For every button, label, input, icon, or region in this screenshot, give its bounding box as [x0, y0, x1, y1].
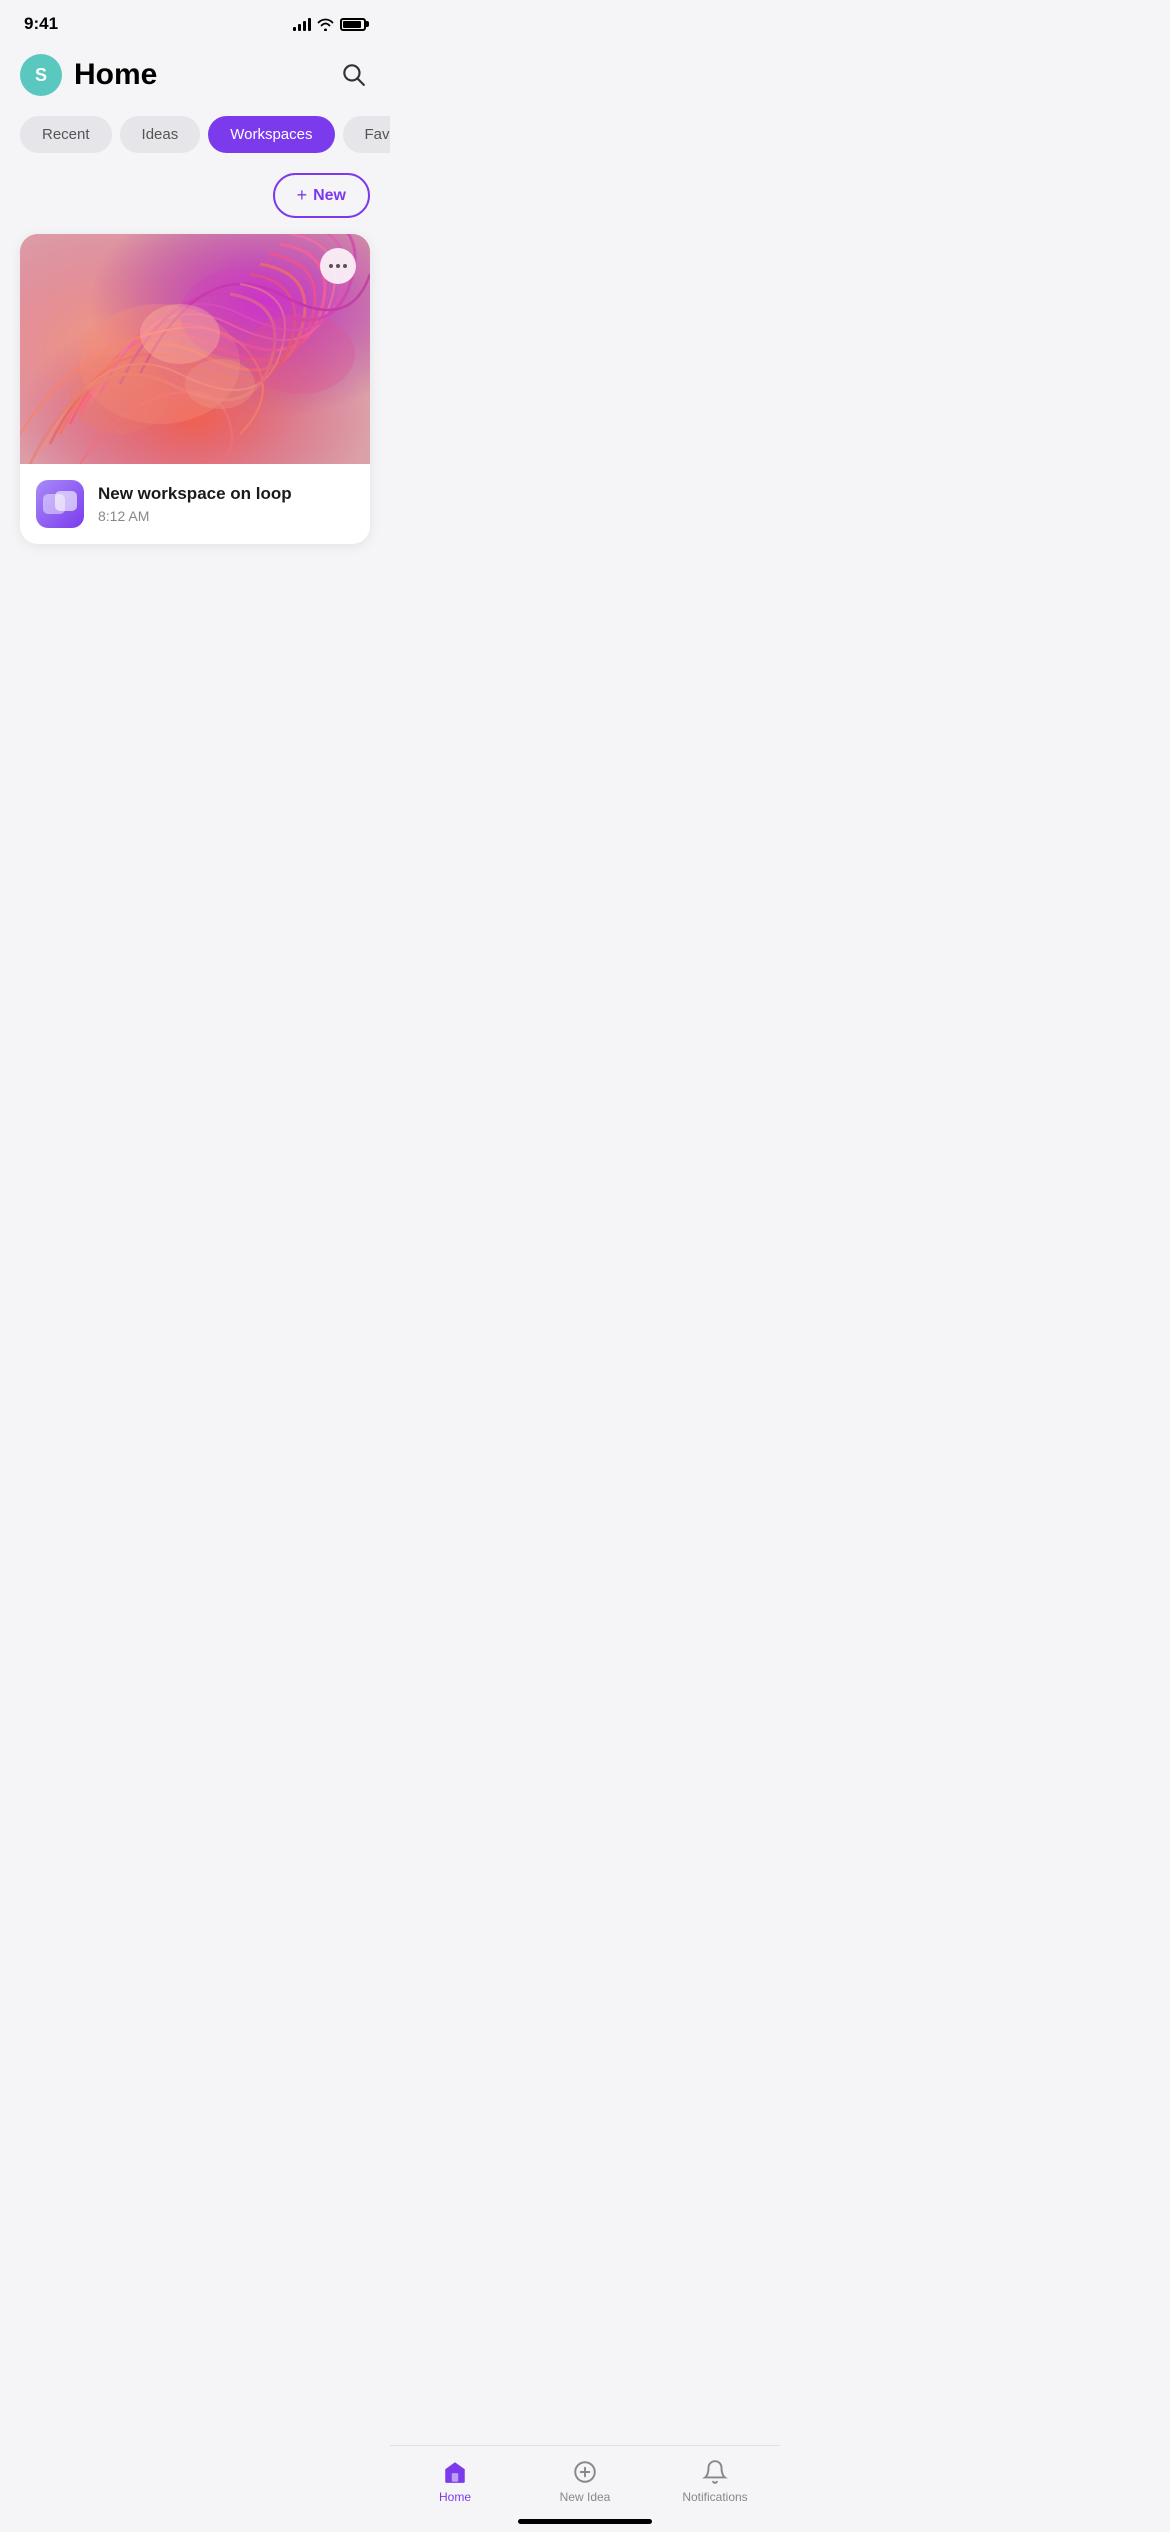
dot — [329, 264, 333, 268]
header: S Home — [0, 42, 390, 112]
workspace-title: New workspace on loop — [98, 484, 354, 504]
card-body: New workspace on loop 8:12 AM — [20, 464, 370, 544]
plus-icon: + — [297, 185, 308, 206]
signal-icon — [293, 17, 311, 31]
battery-icon — [340, 18, 366, 31]
wifi-icon — [317, 18, 334, 31]
workspace-logo-icon — [42, 490, 78, 518]
tab-favourites[interactable]: Favourites — [343, 116, 391, 153]
home-icon — [442, 2459, 468, 2485]
workspace-card[interactable]: New workspace on loop 8:12 AM — [20, 234, 370, 544]
tab-ideas[interactable]: Ideas — [120, 116, 201, 153]
card-image — [20, 234, 370, 464]
tab-recent[interactable]: Recent — [20, 116, 112, 153]
tab-home-label: Home — [439, 2490, 471, 2504]
tab-new-idea-label: New Idea — [560, 2490, 611, 2504]
status-bar: 9:41 — [0, 0, 390, 42]
page-title: Home — [74, 58, 157, 92]
new-button-label: New — [313, 187, 346, 205]
avatar[interactable]: S — [20, 54, 62, 96]
status-icons — [293, 17, 366, 31]
tab-notifications-label: Notifications — [682, 2490, 747, 2504]
tab-new-idea[interactable]: New Idea — [520, 2458, 650, 2504]
notifications-icon — [702, 2459, 728, 2485]
tab-home[interactable]: Home — [390, 2458, 520, 2504]
new-idea-icon — [572, 2459, 598, 2485]
dot — [343, 264, 347, 268]
main-content: + New — [0, 173, 390, 660]
search-icon — [340, 61, 366, 87]
tab-workspaces[interactable]: Workspaces — [208, 116, 334, 153]
status-time: 9:41 — [24, 14, 58, 34]
dot — [336, 264, 340, 268]
search-button[interactable] — [336, 57, 370, 94]
tab-notifications[interactable]: Notifications — [650, 2458, 780, 2504]
workspace-icon — [36, 480, 84, 528]
home-indicator — [518, 2519, 652, 2524]
new-btn-container: + New — [0, 173, 390, 234]
filter-tabs: Recent Ideas Workspaces Favourites — [0, 112, 390, 173]
workspace-time: 8:12 AM — [98, 508, 354, 524]
new-button[interactable]: + New — [273, 173, 370, 218]
card-more-button[interactable] — [320, 248, 356, 284]
workspace-artwork — [20, 234, 370, 464]
